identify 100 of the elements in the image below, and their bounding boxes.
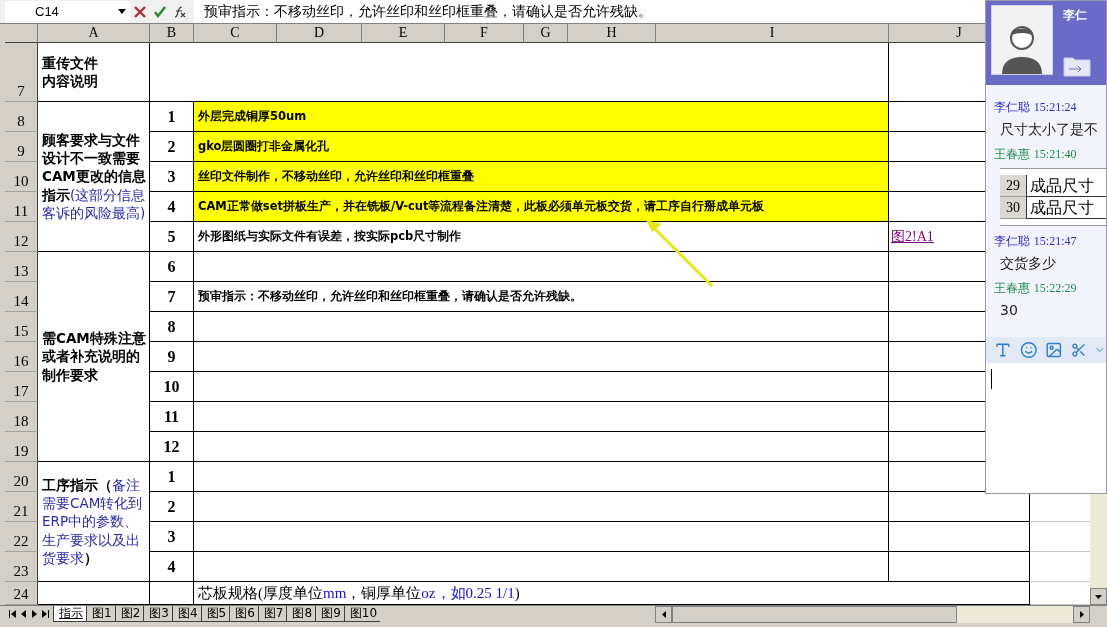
column-header[interactable]: G <box>524 24 568 43</box>
row-header[interactable]: 7 <box>5 43 38 102</box>
table-cell: 芯板规格(厚度单位mm，铜厚单位oz，如0.25 1/1) <box>194 582 1030 605</box>
row-header[interactable]: 16 <box>5 342 38 372</box>
sheet-tab[interactable]: 图3 <box>143 606 172 622</box>
formula-field[interactable]: 预审指示：不移动丝印，允许丝印和丝印框重叠，请确认是否允许残缺。 <box>194 0 985 23</box>
row-header[interactable]: 13 <box>5 252 38 282</box>
sheet-tab[interactable]: 图8 <box>286 606 316 622</box>
message-input[interactable] <box>986 363 1106 493</box>
contact-name: 李仁 <box>1063 7 1088 24</box>
table-cell: 外形图纸与实际文件有误差，按实际pcb尺寸制作 <box>194 222 889 252</box>
sheet-tab[interactable]: 图4 <box>171 606 201 622</box>
row-header[interactable]: 18 <box>5 402 38 432</box>
table-cell: 7 <box>150 282 194 312</box>
column-header[interactable]: E <box>362 24 445 43</box>
row-header[interactable]: 14 <box>5 282 38 312</box>
table-cell: 1 <box>150 102 194 132</box>
column-header[interactable]: I <box>656 24 889 43</box>
scroll-left-button[interactable] <box>655 606 672 623</box>
row-header[interactable]: 23 <box>5 552 38 582</box>
scroll-down-button[interactable] <box>1090 588 1107 605</box>
hyperlink[interactable]: 图2!A1 <box>889 227 934 246</box>
column-header[interactable]: B <box>150 24 194 43</box>
row-header[interactable]: 24 <box>5 582 38 605</box>
sheet-tab[interactable]: 图7 <box>257 606 287 622</box>
avatar <box>991 5 1053 75</box>
row-header[interactable]: 11 <box>5 192 38 222</box>
table-cell: 4 <box>150 192 194 222</box>
table-cell: 3 <box>150 162 194 192</box>
caret-left-icon <box>661 611 666 618</box>
name-box[interactable]: C14 <box>5 0 130 23</box>
row-header[interactable]: 21 <box>5 492 38 522</box>
row-number: 29 <box>1000 175 1026 197</box>
column-header[interactable]: F <box>445 24 524 43</box>
scroll-right-button[interactable] <box>1073 606 1090 623</box>
image-icon[interactable] <box>1045 341 1063 359</box>
last-sheet-button[interactable] <box>42 609 49 618</box>
message-text: 30 <box>999 301 1019 320</box>
first-sheet-button[interactable] <box>9 609 16 618</box>
table-cell: 2 <box>150 492 194 522</box>
cell-text: 成品尺寸 <box>1026 175 1106 197</box>
font-icon[interactable] <box>994 341 1012 359</box>
row-number: 30 <box>1000 197 1026 219</box>
column-header[interactable]: C <box>194 24 277 43</box>
table-cell <box>150 582 194 605</box>
table-cell: 10 <box>150 372 194 402</box>
table-cell: 6 <box>150 252 194 282</box>
column-header[interactable]: H <box>568 24 656 43</box>
table-cell: CAM正常做set拼板生产，并在铣板/V-cut等流程备注清楚，此板必须单元板交货，请工序自行掰成单元板 <box>194 192 889 222</box>
row-header[interactable]: 12 <box>5 222 38 252</box>
message-text: 交货多少 <box>999 254 1057 273</box>
caret-down-icon <box>1095 594 1102 599</box>
sheet-tab[interactable]: 图6 <box>229 606 258 622</box>
row-header[interactable]: 8 <box>5 102 38 132</box>
table-cell: 2 <box>150 132 194 162</box>
table-cell: 12 <box>150 432 194 462</box>
message-sender: 李仁聪 15:21:47 <box>994 233 1078 250</box>
sheet-tab[interactable]: 指示 <box>53 606 86 622</box>
row-header[interactable]: 19 <box>5 432 38 462</box>
folder-icon[interactable] <box>1063 55 1091 77</box>
table-cell: 外层完成铜厚50um <box>194 102 889 132</box>
arrow <box>646 220 714 288</box>
table-cell: gko层圆圈打非金属化孔 <box>194 132 889 162</box>
table-cell: 8 <box>150 312 194 342</box>
sheet-tab[interactable]: 图9 <box>315 606 344 622</box>
sheet-tab[interactable]: 图2 <box>114 606 144 622</box>
dropdown-icon[interactable] <box>118 9 126 14</box>
sheet-tab[interactable]: 图5 <box>200 606 230 622</box>
column-header[interactable]: D <box>277 24 362 43</box>
cell-text: 成品尺寸 <box>1026 197 1106 219</box>
table-cell: 4 <box>150 552 194 582</box>
sheet-tab[interactable]: 图1 <box>86 606 115 622</box>
scrollbar-thumb[interactable] <box>672 606 957 623</box>
table-cell: 丝印文件制作，不移动丝印，允许丝印和丝印框重叠 <box>194 162 889 192</box>
row-header[interactable]: 9 <box>5 132 38 162</box>
section-label: 工序指示（备注需要CAM转化到ERP中的参数、生产要求以及出货要求） <box>38 462 150 582</box>
next-sheet-button[interactable] <box>31 609 38 618</box>
row-header[interactable]: 17 <box>5 372 38 402</box>
message-sender: 王春惠 15:22:29 <box>994 280 1078 297</box>
select-all-corner[interactable] <box>5 24 38 43</box>
caret-right-icon <box>1079 611 1084 618</box>
message-text: 尺寸太小了是不 <box>999 120 1099 139</box>
message-sender: 李仁聪 15:21:24 <box>994 99 1078 116</box>
table-cell: 5 <box>150 222 194 252</box>
scissors-icon[interactable] <box>1070 342 1087 358</box>
table-cell: 11 <box>150 402 194 432</box>
row-header[interactable]: 20 <box>5 462 38 492</box>
message-sender: 王春惠 15:21:40 <box>994 146 1078 163</box>
previous-sheet-button[interactable] <box>20 609 27 618</box>
emoji-icon[interactable] <box>1019 341 1038 359</box>
table-cell: 1 <box>150 462 194 492</box>
section-label: 需CAM特殊注意或者补充说明的制作要求 <box>38 252 150 462</box>
row-header[interactable]: 22 <box>5 522 38 552</box>
section-label: 顾客要求与文件设计不一致需要CAM更改的信息指示(这部分信息客诉的风险最高) <box>38 102 150 252</box>
sheet-tab[interactable]: 图10 <box>343 606 381 622</box>
row-header[interactable]: 10 <box>5 162 38 192</box>
row-header[interactable]: 15 <box>5 312 38 342</box>
column-header[interactable]: A <box>38 24 150 43</box>
section-label: 重传文件内容说明 <box>38 43 150 102</box>
table-cell: 预审指示：不移动丝印，允许丝印和丝印框重叠，请确认是否允许残缺。 <box>194 282 889 312</box>
